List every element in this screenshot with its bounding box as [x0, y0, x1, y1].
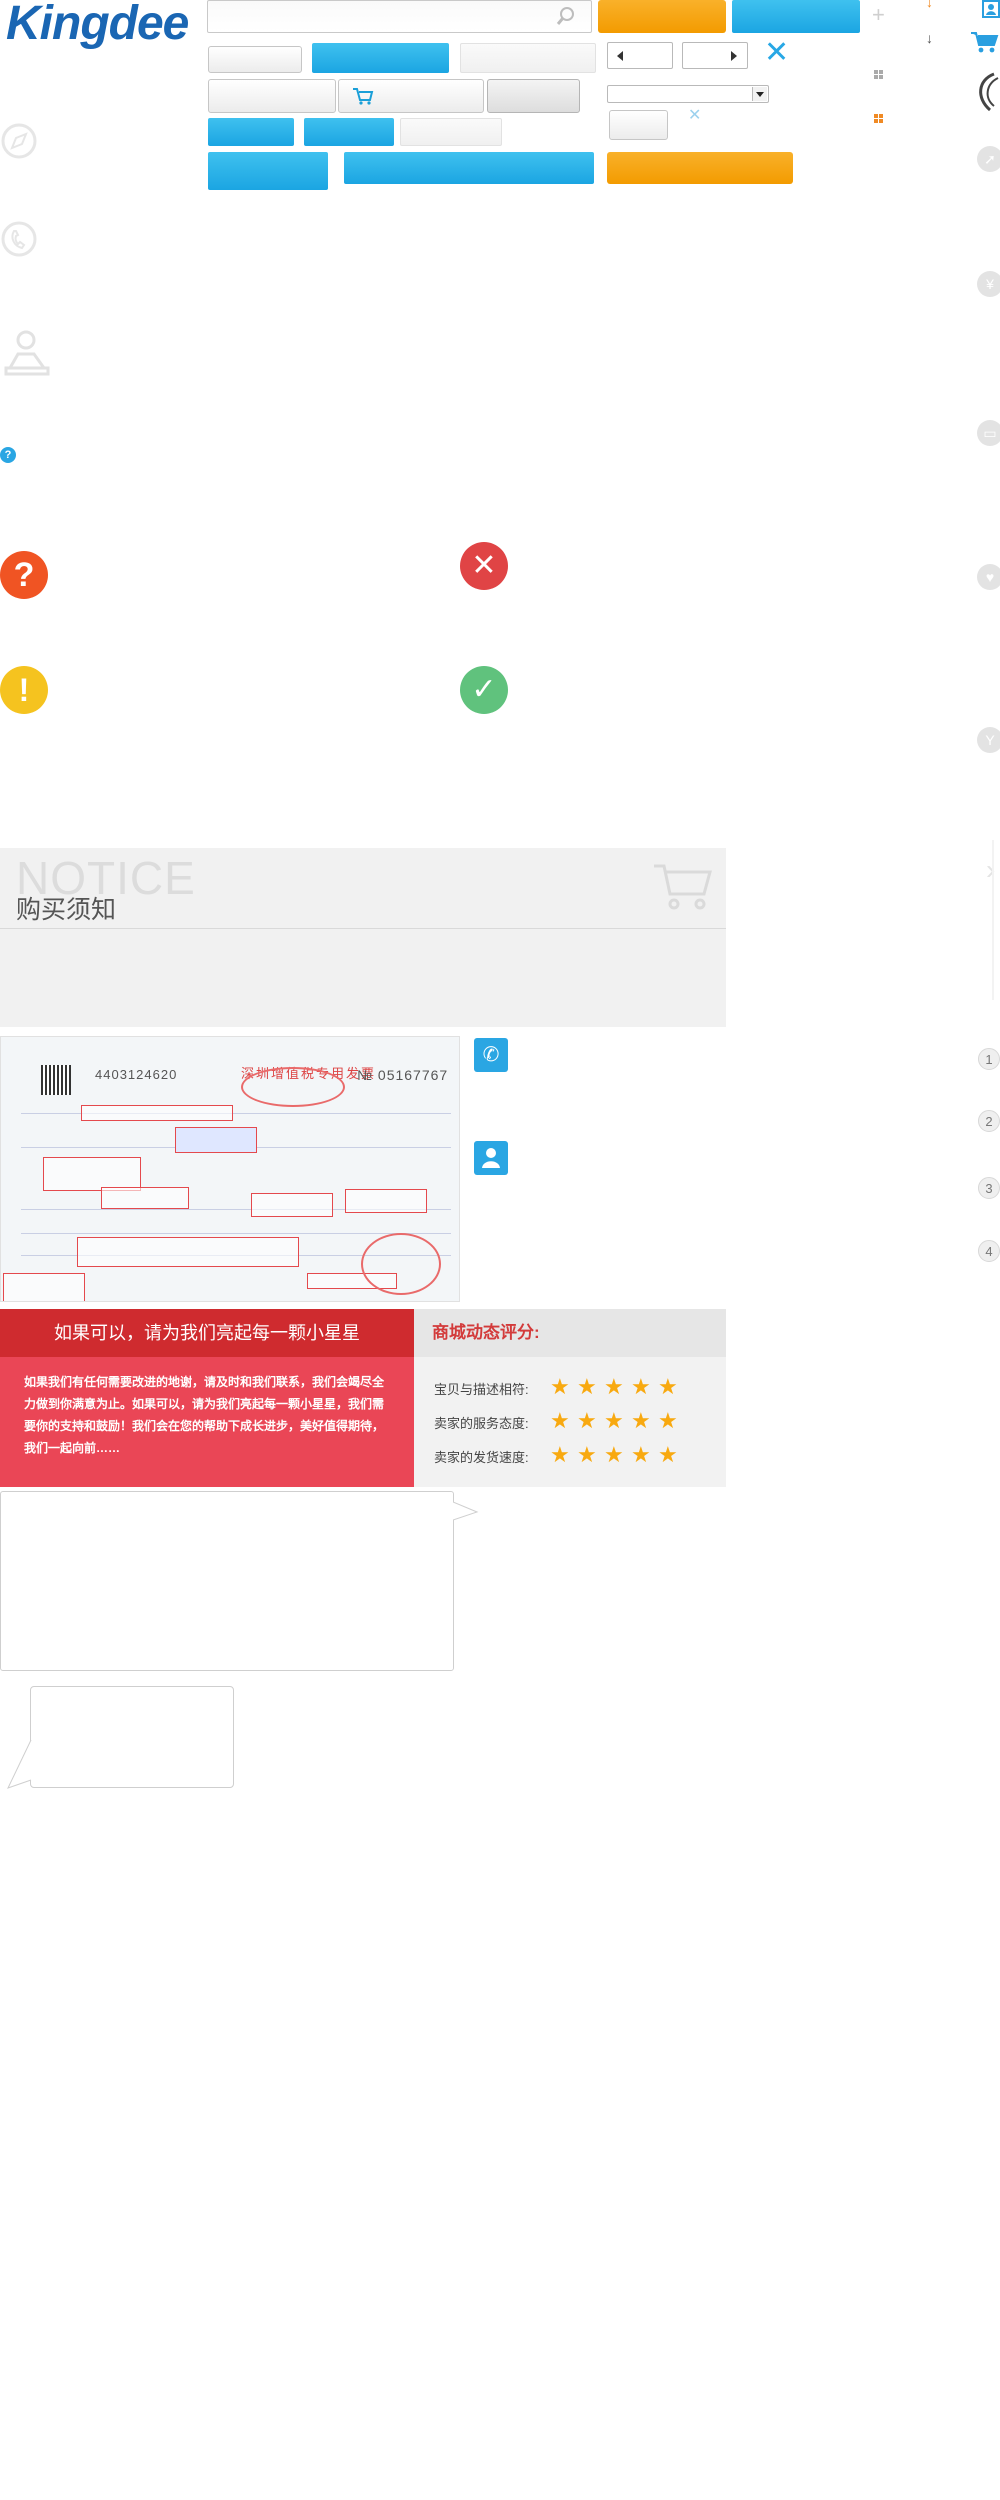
wrench-icon[interactable]: Y — [977, 727, 1000, 753]
company-seal — [361, 1233, 441, 1295]
invoice-serial: № 05167767 — [357, 1067, 449, 1083]
add-to-cart-button[interactable] — [338, 79, 484, 113]
cart-add-icon — [353, 88, 374, 105]
rating-star-icon[interactable]: ★ — [658, 1376, 678, 1398]
triangle-right-icon — [731, 51, 737, 61]
rating-star-icon[interactable]: ★ — [631, 1444, 651, 1466]
step-number: 1 — [978, 1048, 1000, 1070]
step-number: 4 — [978, 1240, 1000, 1262]
invoice-seal — [241, 1067, 345, 1107]
user-icon[interactable] — [474, 1141, 508, 1175]
dark-gray-button[interactable] — [487, 79, 580, 113]
speech-bubble-small — [30, 1686, 234, 1788]
user-icon[interactable] — [982, 0, 1000, 18]
triangle-left-icon — [617, 51, 623, 61]
orange-button[interactable] — [598, 0, 726, 33]
gray-wide-button[interactable] — [208, 79, 336, 113]
rating-star-icon[interactable]: ★ — [550, 1376, 570, 1398]
cart-icon[interactable] — [970, 30, 1000, 54]
invoice-image: 4403124620 深圳增值税专用发票 № 05167767 — [0, 1036, 460, 1302]
bubble-tail-left — [7, 1740, 32, 1789]
arrow-down-icon[interactable]: ↓ — [926, 30, 933, 46]
yen-icon[interactable]: ¥ — [977, 271, 1000, 297]
gray-mini-button[interactable] — [609, 110, 668, 140]
gray-button[interactable] — [208, 46, 302, 73]
divider — [992, 840, 994, 1000]
compass-circle-icon — [1, 123, 37, 159]
rating-left-body: 如果我们有任何需要改进的地谢，请及时和我们联系，我们会竭尽全力做到你满意为止。如… — [0, 1357, 414, 1487]
rating-star-icon[interactable]: ★ — [658, 1444, 678, 1466]
rating-row-label: 卖家的发货速度: — [434, 1450, 529, 1465]
rating-star-icon[interactable]: ★ — [604, 1410, 624, 1432]
rating-row-label: 卖家的服务态度: — [434, 1416, 529, 1431]
rating-star-icon[interactable]: ★ — [550, 1444, 570, 1466]
plus-icon[interactable]: + — [872, 4, 885, 26]
bubble-tail-right — [453, 1501, 479, 1521]
invoice-number: 4403124620 — [95, 1067, 178, 1082]
cart-watermark-icon — [654, 864, 712, 910]
rating-star-icon[interactable]: ★ — [604, 1444, 624, 1466]
card-icon[interactable]: ▭ — [977, 420, 1000, 446]
next-page-button[interactable] — [682, 42, 748, 69]
blue-wide-button[interactable] — [344, 152, 594, 184]
rating-row-label: 宝贝与描述相符: — [434, 1382, 529, 1397]
search-icon[interactable] — [556, 6, 576, 26]
speech-bubble-large — [0, 1491, 454, 1671]
compass-icon[interactable]: ➚ — [977, 146, 1000, 172]
grid-gray-icon[interactable] — [874, 70, 883, 79]
rating-right-title: 商城动态评分: — [414, 1309, 726, 1357]
phone-icon[interactable]: ✆ — [474, 1038, 508, 1072]
rating-left-title: 如果可以，请为我们亮起每一颗小星星 — [0, 1309, 414, 1357]
phone-icon[interactable] — [972, 72, 1000, 112]
rating-star-icon[interactable]: ★ — [577, 1410, 597, 1432]
error-icon: ✕ — [460, 542, 508, 590]
kingdee-logo[interactable]: Kingdee — [6, 0, 189, 51]
select-dropdown[interactable] — [607, 85, 769, 103]
blue-small-button-2[interactable] — [304, 118, 394, 146]
success-icon: ✓ — [460, 666, 508, 714]
customer-service-icon — [4, 330, 50, 376]
rating-star-icon[interactable]: ★ — [658, 1410, 678, 1432]
rating-star-icon[interactable]: ★ — [550, 1410, 570, 1432]
rating-star-icon[interactable]: ★ — [631, 1410, 651, 1432]
blue-tab-button[interactable] — [312, 43, 449, 73]
notice-title-cn: 购买须知 — [16, 896, 117, 924]
question-icon: ? — [0, 551, 48, 599]
blue-button[interactable] — [732, 0, 860, 33]
rating-star-icon[interactable]: ★ — [577, 1376, 597, 1398]
grid-orange-icon[interactable] — [874, 114, 883, 123]
arrow-down-orange-icon[interactable]: ↓ — [926, 0, 933, 10]
close-light-icon[interactable]: ✕ — [688, 108, 701, 124]
rating-star-icon[interactable]: ★ — [577, 1444, 597, 1466]
light-tab-button[interactable] — [460, 43, 596, 73]
step-number: 3 — [978, 1177, 1000, 1199]
close-blue-icon[interactable]: ✕ — [764, 38, 789, 68]
step-number: 2 — [978, 1110, 1000, 1132]
orange-wide-button[interactable] — [607, 152, 793, 184]
search-input[interactable] — [207, 0, 592, 33]
warning-icon: ! — [0, 666, 48, 714]
blue-small-button[interactable] — [208, 118, 294, 146]
rating-star-icon[interactable]: ★ — [631, 1376, 651, 1398]
phone-circle-icon — [1, 221, 37, 257]
blue-large-button[interactable] — [208, 152, 328, 190]
help-small-icon[interactable]: ? — [0, 447, 16, 463]
prev-page-button[interactable] — [607, 42, 673, 69]
rating-star-icon[interactable]: ★ — [604, 1376, 624, 1398]
chevron-down-icon — [756, 92, 764, 97]
light-small-button[interactable] — [400, 118, 502, 146]
notice-divider — [0, 928, 726, 929]
heart-icon[interactable]: ♥ — [977, 564, 1000, 590]
qr-code — [41, 1065, 71, 1095]
